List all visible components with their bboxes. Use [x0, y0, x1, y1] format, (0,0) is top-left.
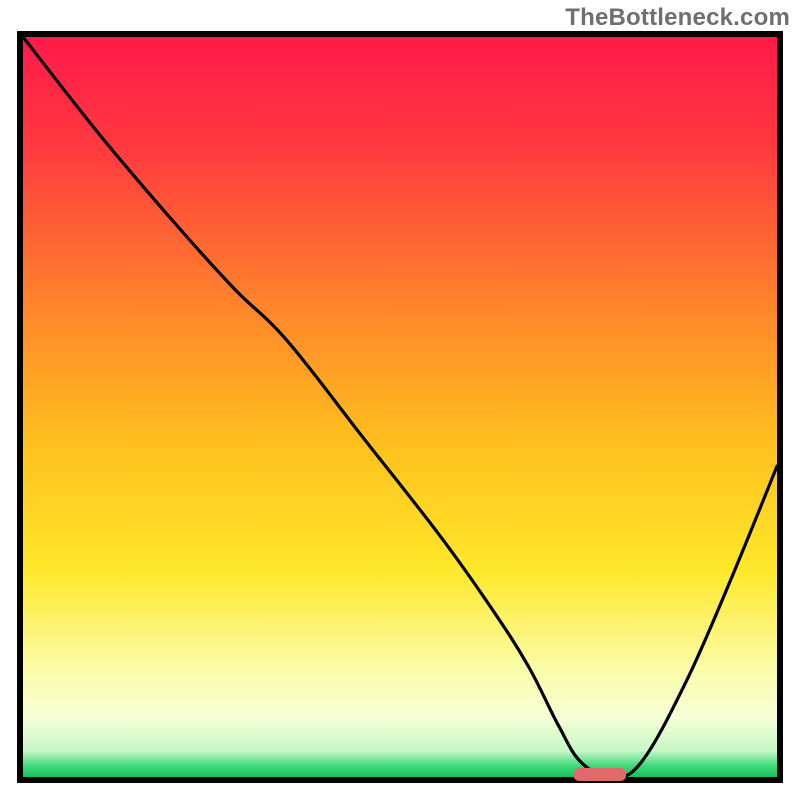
- bottleneck-chart: TheBottleneck.com: [0, 0, 800, 800]
- chart-svg: [0, 0, 800, 800]
- optimal-range-marker: [573, 768, 626, 781]
- plot-area: [23, 37, 777, 777]
- watermark-label: TheBottleneck.com: [565, 4, 790, 32]
